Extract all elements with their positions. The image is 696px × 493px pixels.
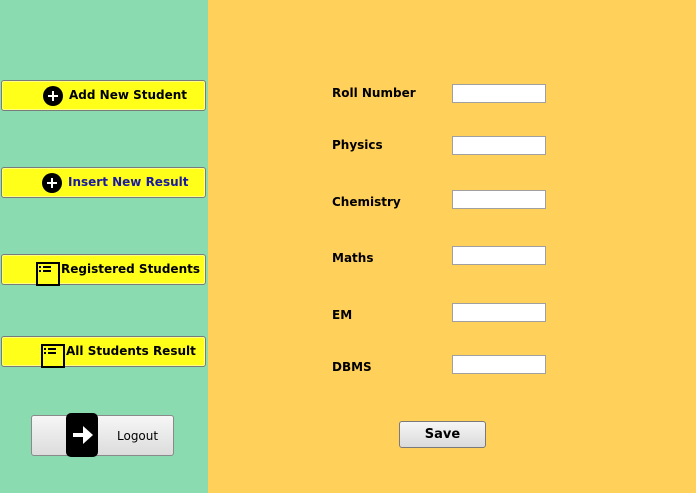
- roll-number-label: Roll Number: [332, 86, 416, 100]
- maths-input[interactable]: [452, 246, 546, 265]
- roll-number-input[interactable]: [452, 84, 546, 103]
- physics-input[interactable]: [452, 136, 546, 155]
- registered-students-label: Registered Students: [61, 262, 200, 276]
- dbms-input[interactable]: [452, 355, 546, 374]
- insert-new-result-label: Insert New Result: [68, 175, 189, 189]
- chemistry-input[interactable]: [452, 190, 546, 209]
- em-label: EM: [332, 308, 353, 322]
- plus-circle-icon: [43, 86, 63, 106]
- dbms-label: DBMS: [332, 360, 372, 374]
- list-icon: [36, 262, 60, 286]
- logout-button[interactable]: Logout: [31, 413, 174, 457]
- list-icon: [41, 344, 65, 368]
- add-new-student-button[interactable]: Add New Student: [1, 80, 206, 111]
- maths-label: Maths: [332, 251, 374, 265]
- save-button[interactable]: Save: [399, 421, 486, 448]
- registered-students-button[interactable]: Registered Students: [1, 254, 206, 286]
- arrow-right-icon: [66, 413, 98, 457]
- chemistry-label: Chemistry: [332, 195, 401, 209]
- sidebar: Add New Student Insert New Result Regist…: [0, 0, 208, 493]
- logout-label: Logout: [117, 429, 159, 443]
- insert-new-result-button[interactable]: Insert New Result: [1, 167, 206, 198]
- plus-circle-icon: [42, 173, 62, 193]
- all-students-result-button[interactable]: All Students Result: [1, 336, 206, 368]
- add-new-student-label: Add New Student: [69, 88, 188, 102]
- all-students-result-label: All Students Result: [66, 344, 196, 358]
- physics-label: Physics: [332, 138, 383, 152]
- em-input[interactable]: [452, 303, 546, 322]
